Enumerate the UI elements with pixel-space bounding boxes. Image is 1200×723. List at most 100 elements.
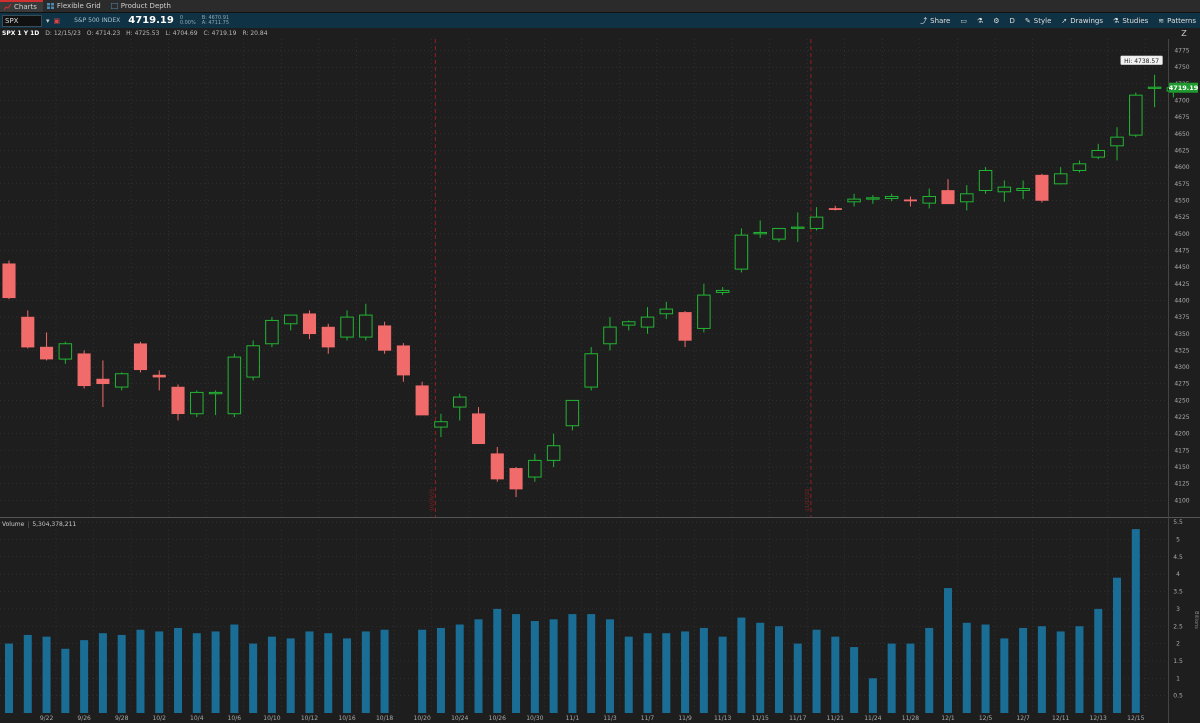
volume-bar [343, 638, 352, 713]
volume-bar [1037, 626, 1046, 713]
price-tick-label: 4250 [1174, 397, 1189, 404]
price-volume-chart[interactable]: 4100412541504175420042254250427543004325… [0, 0, 1200, 723]
price-tick-label: 4625 [1174, 147, 1189, 154]
volume-bar [305, 631, 314, 713]
x-tick-label: 12/7 [1016, 715, 1030, 722]
candle-body [922, 195, 936, 204]
price-tick-label: 4300 [1174, 364, 1189, 371]
candle-body [152, 374, 166, 378]
volume-bar [587, 614, 596, 713]
volume-bar [944, 588, 952, 713]
candle-body [640, 316, 655, 328]
price-tick-label: 4225 [1174, 414, 1189, 421]
candle [378, 321, 392, 354]
candle-body [359, 314, 373, 338]
candle-body [490, 453, 504, 480]
x-tick-label: 10/18 [376, 715, 393, 722]
price-tick-label: 4500 [1174, 231, 1189, 238]
volume-bar [756, 622, 765, 713]
candle [415, 381, 429, 416]
candle [1035, 173, 1049, 203]
price-tick-label: 4475 [1174, 247, 1189, 254]
candle-body [190, 391, 204, 415]
candle-body [584, 353, 598, 388]
x-tick-label: 12/13 [1090, 715, 1107, 722]
price-tick-label: 4425 [1174, 281, 1189, 288]
x-tick-label: 10/10 [263, 715, 280, 722]
x-tick-label: 10/2 [152, 715, 166, 722]
volume-tick-label: 3 [1176, 606, 1180, 613]
candle [246, 340, 260, 381]
candle-body [1072, 163, 1087, 171]
volume-tick-label: 2.5 [1173, 623, 1183, 630]
x-tick-label: 10/6 [228, 715, 242, 722]
x-tick-label: 10/16 [338, 715, 355, 722]
candle-body [809, 216, 824, 229]
volume-tick-label: 0.5 [1173, 693, 1183, 700]
volume-tick-label: 4 [1176, 571, 1180, 578]
x-tick-label: 10/12 [301, 715, 318, 722]
volume-bar [249, 643, 258, 713]
volume-tick-label: 1.5 [1173, 658, 1183, 665]
x-tick-label: 11/13 [714, 715, 731, 722]
candle-body [941, 190, 955, 205]
event-line-label: 11/17/23 [805, 489, 811, 511]
volume-bar [681, 631, 690, 713]
x-tick-label: 9/28 [115, 715, 129, 722]
candle-body [509, 468, 523, 490]
volume-bar [662, 633, 671, 713]
candle [584, 347, 598, 391]
volume-bar [906, 643, 915, 713]
volume-bar [1094, 608, 1103, 713]
volume-bar [774, 626, 783, 713]
volume-bar [192, 633, 201, 713]
volume-bar [286, 638, 295, 713]
candle-body [378, 325, 392, 351]
volume-bar [380, 629, 389, 713]
candle-body [434, 421, 448, 428]
volume-bar [868, 678, 877, 713]
candle-body [1016, 187, 1030, 191]
candle-body [603, 326, 617, 345]
volume-bar [493, 608, 502, 713]
volume-axis-unit: Billions [1193, 611, 1199, 629]
volume-bar [605, 619, 614, 713]
candle-body [659, 308, 674, 315]
volume-bar [61, 648, 70, 713]
volume-bar [831, 636, 840, 713]
volume-tick-label: 2 [1176, 641, 1180, 648]
volume-tick-label: 5.5 [1173, 519, 1183, 526]
candle [265, 317, 279, 348]
candle-body [246, 345, 260, 378]
volume-bar [1019, 627, 1028, 713]
zoom-icon[interactable]: Z [1181, 29, 1187, 38]
candle-body [208, 391, 223, 395]
candle-body [997, 186, 1012, 193]
volume-bar [718, 636, 727, 713]
x-tick-label: 12/11 [1052, 715, 1069, 722]
price-tick-label: 4100 [1174, 497, 1189, 504]
candle-body [1091, 149, 1105, 158]
candle-body [734, 234, 749, 270]
event-line-label: 10/20/23 [429, 489, 435, 511]
candle-body [171, 386, 185, 415]
x-tick-label: 12/5 [979, 715, 993, 722]
candle-body [96, 378, 110, 385]
x-tick-label: 11/24 [864, 715, 881, 722]
candle-body [884, 195, 899, 199]
price-panel [0, 39, 1168, 517]
price-tick-label: 4150 [1174, 464, 1189, 471]
price-tick-label: 4775 [1174, 48, 1189, 55]
candle-body [114, 373, 129, 388]
candle-body [58, 343, 73, 360]
candle-body [321, 326, 335, 348]
candle-body [415, 385, 429, 416]
price-tick-label: 4575 [1174, 181, 1189, 188]
x-tick-label: 11/28 [902, 715, 919, 722]
volume-bar [80, 640, 89, 713]
volume-bar [436, 627, 445, 713]
candle-body [302, 313, 317, 335]
x-tick-label: 11/15 [752, 715, 769, 722]
volume-bar [925, 627, 934, 713]
candle-body [828, 208, 842, 210]
